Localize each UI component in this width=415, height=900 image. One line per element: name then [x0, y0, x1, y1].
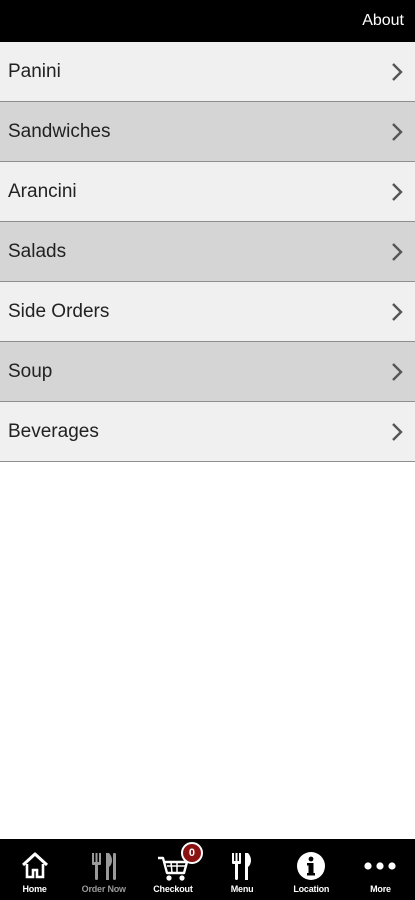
category-list: Panini Sandwiches Arancini Salads Side O… — [0, 42, 415, 462]
cutlery-icon — [91, 853, 116, 880]
tab-label: Location — [293, 884, 330, 894]
tab-home[interactable]: Home — [0, 839, 69, 900]
chevron-right-icon — [392, 63, 403, 81]
category-label: Beverages — [8, 421, 99, 442]
tab-checkout[interactable]: 0 Checkout — [138, 839, 207, 900]
tab-location[interactable]: Location — [277, 839, 346, 900]
about-link[interactable]: About — [362, 11, 404, 31]
category-item-beverages[interactable]: Beverages — [0, 402, 415, 462]
category-item-sandwiches[interactable]: Sandwiches — [0, 102, 415, 162]
cart-count-badge: 0 — [180, 842, 203, 864]
info-icon — [297, 852, 326, 880]
chevron-right-icon — [392, 303, 403, 321]
ellipsis-icon — [364, 862, 397, 870]
category-label: Arancini — [8, 181, 77, 202]
tab-label: Home — [22, 884, 47, 894]
category-item-soup[interactable]: Soup — [0, 342, 415, 402]
category-item-panini[interactable]: Panini — [0, 42, 415, 102]
chevron-right-icon — [392, 363, 403, 381]
category-item-side-orders[interactable]: Side Orders — [0, 282, 415, 342]
chevron-right-icon — [392, 123, 403, 141]
category-label: Side Orders — [8, 301, 110, 322]
tab-label: Checkout — [153, 884, 193, 894]
tab-label: Menu — [230, 884, 254, 894]
category-label: Salads — [8, 241, 67, 262]
tab-label: More — [370, 884, 391, 894]
tab-order-now[interactable]: Order Now — [69, 839, 138, 900]
fork-knife-icon — [232, 853, 252, 880]
home-icon — [21, 852, 48, 879]
chevron-right-icon — [392, 423, 403, 441]
top-bar: About — [0, 0, 415, 42]
tab-label: Order Now — [81, 884, 126, 894]
category-label: Soup — [8, 361, 53, 382]
tab-more[interactable]: More — [346, 839, 415, 900]
category-label: Sandwiches — [8, 121, 111, 142]
chevron-right-icon — [392, 183, 403, 201]
bottom-tab-bar: Home Order Now 0 Checkout Menu Location … — [0, 839, 415, 900]
category-item-salads[interactable]: Salads — [0, 222, 415, 282]
category-item-arancini[interactable]: Arancini — [0, 162, 415, 222]
tab-menu[interactable]: Menu — [208, 839, 277, 900]
category-label: Panini — [8, 61, 61, 82]
chevron-right-icon — [392, 243, 403, 261]
